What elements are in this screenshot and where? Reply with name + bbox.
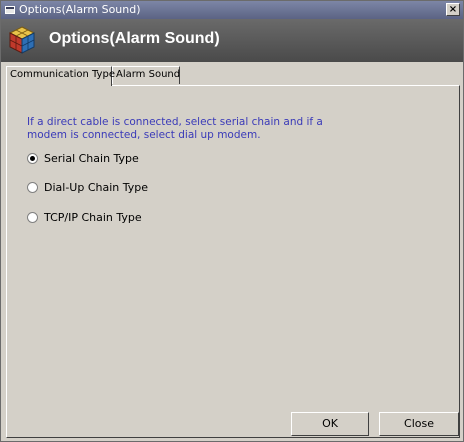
window-icon [5,6,15,14]
title-bar[interactable]: Options(Alarm Sound) × [1,1,463,19]
app-cube-icon [8,26,36,54]
option-tcpip-chain[interactable]: TCP/IP Chain Type [27,210,142,224]
option-serial-chain[interactable]: Serial Chain Type [27,151,139,165]
banner-title: Options(Alarm Sound) [49,30,220,47]
dial-up-chain-radio[interactable] [27,181,38,193]
window-close-button[interactable]: × [446,3,460,16]
ok-button[interactable]: OK [291,412,369,436]
close-icon: × [448,4,458,15]
communication-type-panel: If a direct cable is connected, select s… [6,85,460,438]
connection-info-text: If a direct cable is connected, select s… [27,116,323,141]
tab-communication-type[interactable]: Communication Type [6,66,115,86]
window-title: Options(Alarm Sound) [19,3,141,16]
header-banner: Options(Alarm Sound) [1,19,463,62]
option-dial-up-chain[interactable]: Dial-Up Chain Type [27,180,148,194]
tab-alarm-sound[interactable]: Alarm Sound [112,66,180,84]
dial-up-chain-label: Dial-Up Chain Type [44,180,149,194]
options-dialog: Options(Alarm Sound) × Options(Alarm Sou… [0,0,464,442]
close-button[interactable]: Close [379,412,459,436]
tcpip-chain-label: TCP/IP Chain Type [44,210,142,224]
serial-chain-label: Serial Chain Type [44,151,139,165]
serial-chain-radio[interactable] [27,152,38,164]
tcpip-chain-radio[interactable] [27,211,38,223]
